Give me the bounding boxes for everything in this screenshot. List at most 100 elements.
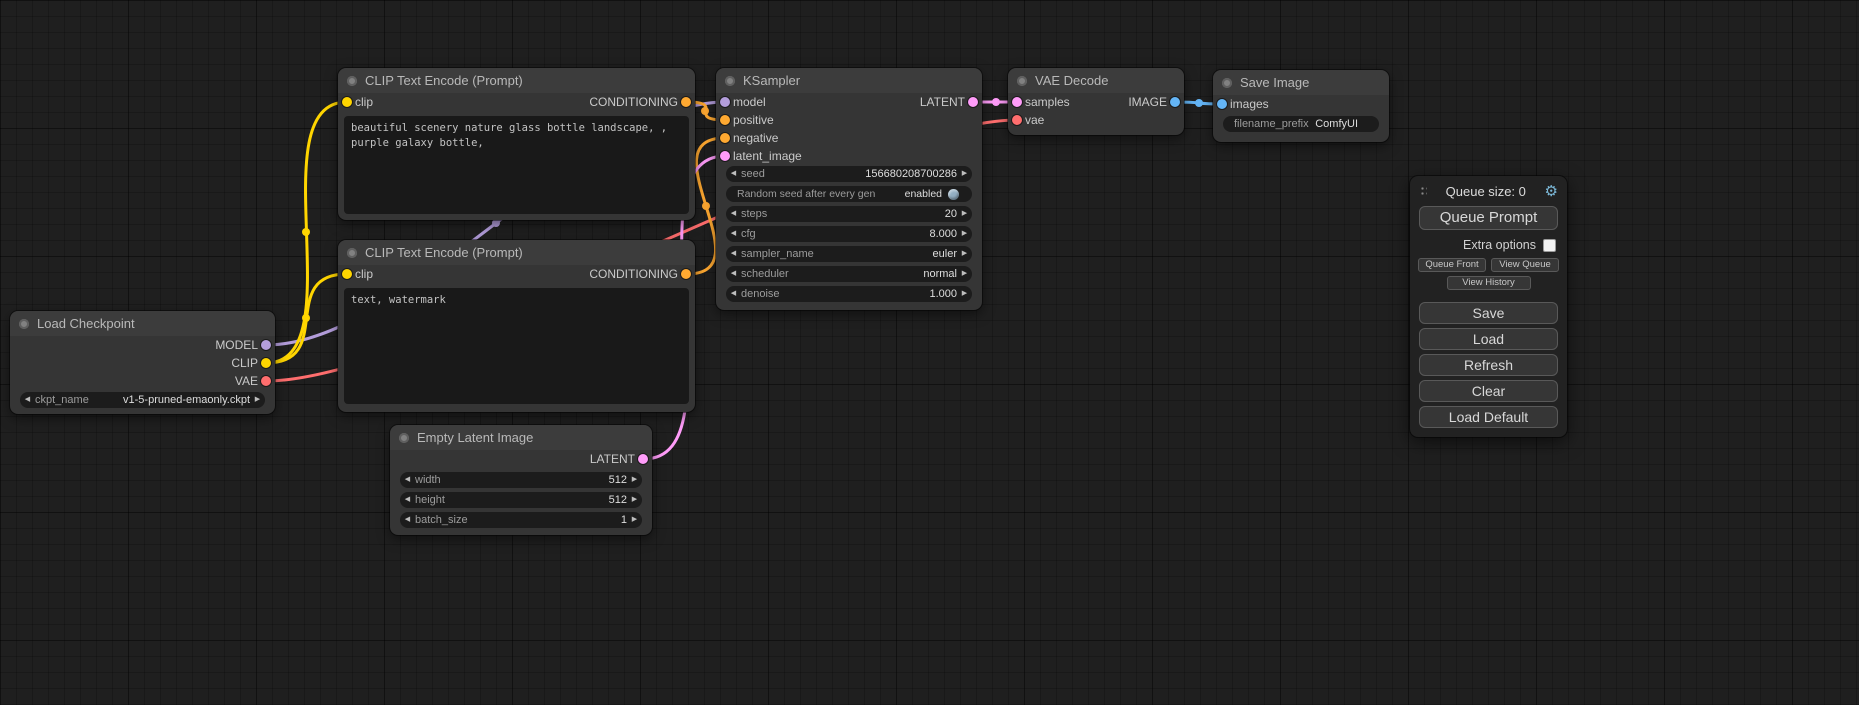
slot-label-clip: CLIP [231,356,258,370]
arrow-right-icon[interactable]: ▶ [957,266,972,282]
arrow-right-icon[interactable]: ▶ [627,492,642,508]
arrow-left-icon[interactable]: ◀ [400,512,415,528]
link-midpoint-dot [492,219,500,227]
node-clip-text-encode-negative[interactable]: CLIP Text Encode (Prompt) clip CONDITION… [338,240,695,412]
arrow-right-icon[interactable]: ▶ [250,392,265,408]
port-positive-input[interactable] [720,115,730,125]
slot-label-conditioning: CONDITIONING [589,267,678,281]
port-clip-input[interactable] [342,269,352,279]
clear-button[interactable]: Clear [1419,380,1558,402]
arrow-left-icon[interactable]: ◀ [726,166,741,182]
negative-prompt-textarea[interactable]: text, watermark [344,288,689,404]
collapse-dot[interactable] [399,433,409,443]
arrow-right-icon[interactable]: ▶ [957,286,972,302]
port-clip-output[interactable] [261,358,271,368]
widget-width[interactable]: ◀ width 512 ▶ [400,472,642,488]
port-images-input[interactable] [1217,99,1227,109]
node-save-image[interactable]: Save Image images filename_prefix ComfyU… [1213,70,1389,142]
arrow-left-icon[interactable]: ◀ [726,206,741,222]
widget-ckpt-name[interactable]: ◀ ckpt_name v1-5-pruned-emaonly.ckpt ▶ [20,392,265,408]
node-title-bar[interactable]: Load Checkpoint [10,311,275,336]
widget-seed[interactable]: ◀ seed 156680208700286 ▶ [726,166,972,182]
output-slot-clip: CLIP [10,354,275,372]
widget-batch-size[interactable]: ◀ batch_size 1 ▶ [400,512,642,528]
view-history-button[interactable]: View History [1447,276,1531,290]
input-slot-negative: negative [716,129,982,147]
widget-value: euler [933,248,957,260]
widget-steps[interactable]: ◀ steps 20 ▶ [726,206,972,222]
load-default-button[interactable]: Load Default [1419,406,1558,428]
arrow-right-icon[interactable]: ▶ [957,206,972,222]
arrow-left-icon[interactable]: ◀ [400,472,415,488]
arrow-left-icon[interactable]: ◀ [400,492,415,508]
widget-filename-prefix[interactable]: filename_prefix ComfyUI [1223,116,1379,132]
positive-prompt-textarea[interactable]: beautiful scenery nature glass bottle la… [344,116,689,214]
node-clip-text-encode-positive[interactable]: CLIP Text Encode (Prompt) clip CONDITION… [338,68,695,220]
load-button[interactable]: Load [1419,328,1558,350]
toggle-knob[interactable] [948,189,959,200]
arrow-left-icon[interactable]: ◀ [726,266,741,282]
arrow-right-icon[interactable]: ▶ [627,472,642,488]
node-load-checkpoint[interactable]: Load Checkpoint MODEL CLIP VAE ◀ ckpt_na… [10,311,275,414]
node-title: CLIP Text Encode (Prompt) [365,73,523,88]
node-title-bar[interactable]: Empty Latent Image [390,425,652,450]
port-image-output[interactable] [1170,97,1180,107]
port-vae-output[interactable] [261,376,271,386]
port-latent-image-input[interactable] [720,151,730,161]
port-negative-input[interactable] [720,133,730,143]
node-vae-decode[interactable]: VAE Decode samples IMAGE vae [1008,68,1184,135]
port-vae-input[interactable] [1012,115,1022,125]
extra-options-checkbox[interactable] [1543,239,1556,252]
node-ksampler[interactable]: KSampler model LATENT positive negative … [716,68,982,310]
settings-gear-icon[interactable]: ⚙ [1545,184,1558,199]
arrow-right-icon[interactable]: ▶ [627,512,642,528]
node-title-bar[interactable]: VAE Decode [1008,68,1184,93]
arrow-left-icon[interactable]: ◀ [726,226,741,242]
link-clip-to-negative [266,274,347,363]
widget-value: ComfyUI [1315,118,1358,130]
queue-panel-header: Queue size: 0 ⚙ [1410,181,1567,201]
queue-front-button[interactable]: Queue Front [1418,258,1486,272]
history-row: View History [1418,276,1559,290]
port-model-output[interactable] [261,340,271,350]
collapse-dot[interactable] [347,248,357,258]
port-model-input[interactable] [720,97,730,107]
widget-sampler-name[interactable]: ◀ sampler_name euler ▶ [726,246,972,262]
widget-scheduler[interactable]: ◀ scheduler normal ▶ [726,266,972,282]
slot-label-latent: LATENT [920,95,965,109]
collapse-dot[interactable] [347,76,357,86]
widget-random-seed-toggle[interactable]: Random seed after every gen enabled [726,186,972,202]
collapse-dot[interactable] [1222,78,1232,88]
drag-handle-icon[interactable] [1419,185,1427,197]
refresh-button[interactable]: Refresh [1419,354,1558,376]
node-title-bar[interactable]: CLIP Text Encode (Prompt) [338,240,695,265]
arrow-left-icon[interactable]: ◀ [20,392,35,408]
arrow-right-icon[interactable]: ▶ [957,166,972,182]
port-latent-output[interactable] [638,454,648,464]
node-title-bar[interactable]: Save Image [1213,70,1389,95]
arrow-left-icon[interactable]: ◀ [726,246,741,262]
node-empty-latent-image[interactable]: Empty Latent Image LATENT ◀ width 512 ▶ … [390,425,652,535]
queue-prompt-button[interactable]: Queue Prompt [1419,206,1558,230]
port-latent-output[interactable] [968,97,978,107]
node-title-bar[interactable]: CLIP Text Encode (Prompt) [338,68,695,93]
port-conditioning-output[interactable] [681,269,691,279]
widget-height[interactable]: ◀ height 512 ▶ [400,492,642,508]
queue-buttons-row: Queue Front View Queue [1418,258,1559,272]
port-conditioning-output[interactable] [681,97,691,107]
widget-name: filename_prefix [1234,118,1315,130]
port-clip-input[interactable] [342,97,352,107]
collapse-dot[interactable] [19,319,29,329]
collapse-dot[interactable] [1017,76,1027,86]
view-queue-button[interactable]: View Queue [1491,258,1559,272]
widget-name: steps [741,208,945,220]
collapse-dot[interactable] [725,76,735,86]
arrow-right-icon[interactable]: ▶ [957,226,972,242]
widget-cfg[interactable]: ◀ cfg 8.000 ▶ [726,226,972,242]
widget-denoise[interactable]: ◀ denoise 1.000 ▶ [726,286,972,302]
port-samples-input[interactable] [1012,97,1022,107]
node-title-bar[interactable]: KSampler [716,68,982,93]
save-button[interactable]: Save [1419,302,1558,324]
arrow-right-icon[interactable]: ▶ [957,246,972,262]
arrow-left-icon[interactable]: ◀ [726,286,741,302]
